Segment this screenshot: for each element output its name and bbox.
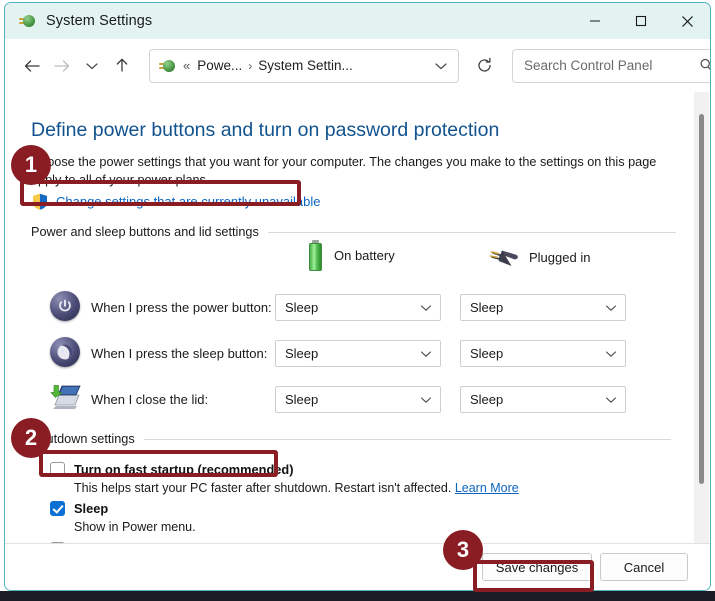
column-label-plugged-in: Plugged in bbox=[529, 249, 591, 265]
chevron-down-icon bbox=[605, 396, 617, 404]
address-chevron-down-icon[interactable] bbox=[434, 61, 448, 71]
dropdown-value: Sleep bbox=[470, 346, 504, 361]
checkbox-sleep[interactable] bbox=[50, 501, 65, 516]
sleep-moon-icon bbox=[50, 337, 80, 367]
checkbox-row-fast-startup[interactable]: Turn on fast startup (recommended) bbox=[50, 462, 293, 477]
save-changes-button[interactable]: Save changes bbox=[482, 553, 592, 581]
scrollbar-thumb[interactable] bbox=[699, 114, 704, 484]
window-controls bbox=[572, 3, 710, 39]
vertical-scrollbar[interactable] bbox=[694, 92, 709, 544]
checkbox-row-sleep[interactable]: Sleep bbox=[50, 501, 108, 516]
dropdown-value: Sleep bbox=[470, 392, 504, 407]
dropdown-sleep-button-on-battery[interactable]: Sleep bbox=[275, 340, 441, 367]
back-arrow-icon[interactable] bbox=[17, 51, 47, 81]
content-area: Define power buttons and turn on passwor… bbox=[5, 92, 710, 544]
checkbox-fast-startup[interactable] bbox=[50, 462, 65, 477]
dropdown-power-button-on-battery[interactable]: Sleep bbox=[275, 294, 441, 321]
navigation-toolbar: « Powe... › System Settin... bbox=[5, 39, 710, 92]
chevron-down-icon bbox=[420, 396, 432, 404]
change-settings-link-row[interactable]: Change settings that are currently unava… bbox=[32, 193, 321, 210]
checkbox-label-fast-startup: Turn on fast startup (recommended) bbox=[74, 462, 294, 477]
chevron-down-icon bbox=[605, 350, 617, 358]
row-label-sleep-button: When I press the sleep button: bbox=[91, 346, 268, 361]
plug-icon bbox=[489, 247, 519, 267]
breadcrumb-item-system-settings[interactable]: System Settin... bbox=[258, 58, 353, 73]
forward-arrow-icon bbox=[47, 51, 77, 81]
search-box[interactable] bbox=[512, 48, 710, 83]
window-title: System Settings bbox=[46, 13, 153, 29]
dropdown-value: Sleep bbox=[470, 300, 504, 315]
breadcrumb-overflow[interactable]: « bbox=[183, 58, 190, 73]
dropdown-power-button-plugged-in[interactable]: Sleep bbox=[460, 294, 626, 321]
power-section-heading-row: Power and sleep buttons and lid settings bbox=[31, 225, 676, 239]
breadcrumb: « Powe... › System Settin... bbox=[183, 58, 353, 73]
shield-icon bbox=[32, 193, 48, 210]
description-fast-startup: This helps start your PC faster after sh… bbox=[74, 481, 519, 495]
chevron-down-icon bbox=[420, 350, 432, 358]
cancel-button[interactable]: Cancel bbox=[600, 553, 688, 581]
column-header-plugged-in: Plugged in bbox=[489, 247, 590, 267]
checkbox-label-sleep: Sleep bbox=[74, 501, 109, 516]
search-icon[interactable] bbox=[699, 58, 710, 73]
step-badge-1: 1 bbox=[11, 145, 51, 185]
shutdown-section-heading-row: Shutdown settings bbox=[31, 432, 676, 446]
dropdown-close-lid-plugged-in[interactable]: Sleep bbox=[460, 386, 626, 413]
page-title: Define power buttons and turn on passwor… bbox=[31, 119, 500, 141]
step-badge-2: 2 bbox=[11, 418, 51, 458]
row-label-close-lid: When I close the lid: bbox=[91, 392, 209, 407]
step-badge-3: 3 bbox=[443, 530, 483, 570]
breadcrumb-separator: › bbox=[248, 58, 253, 73]
address-bar[interactable]: « Powe... › System Settin... bbox=[149, 48, 459, 83]
recent-locations-chevron-down-icon[interactable] bbox=[77, 51, 107, 81]
title-bar: System Settings bbox=[5, 3, 710, 39]
power-plug-icon bbox=[19, 12, 37, 30]
battery-icon bbox=[307, 240, 324, 271]
dialog-footer: Save changes Cancel bbox=[5, 543, 710, 590]
power-button-icon bbox=[50, 291, 80, 321]
column-header-on-battery: On battery bbox=[307, 240, 395, 271]
search-input[interactable] bbox=[524, 58, 684, 73]
laptop-lid-icon bbox=[49, 383, 83, 413]
maximize-button[interactable] bbox=[618, 3, 664, 39]
power-section-heading: Power and sleep buttons and lid settings bbox=[31, 225, 259, 239]
dropdown-value: Sleep bbox=[285, 346, 319, 361]
page-description: Choose the power settings that you want … bbox=[31, 155, 657, 187]
screenshot-root: System Settings « Powe... › System Setti… bbox=[0, 0, 715, 601]
close-button[interactable] bbox=[664, 3, 710, 39]
dropdown-sleep-button-plugged-in[interactable]: Sleep bbox=[460, 340, 626, 367]
section-divider bbox=[267, 231, 676, 233]
system-settings-window: System Settings « Powe... › System Setti… bbox=[4, 2, 711, 591]
learn-more-link[interactable]: Learn More bbox=[455, 481, 519, 495]
minimize-button[interactable] bbox=[572, 3, 618, 39]
up-arrow-icon[interactable] bbox=[107, 51, 137, 81]
dropdown-close-lid-on-battery[interactable]: Sleep bbox=[275, 386, 441, 413]
desktop-background bbox=[0, 591, 715, 601]
dropdown-value: Sleep bbox=[285, 300, 319, 315]
chevron-down-icon bbox=[605, 304, 617, 312]
power-options-icon bbox=[159, 58, 176, 74]
row-label-power-button: When I press the power button: bbox=[91, 300, 272, 315]
change-settings-link[interactable]: Change settings that are currently unava… bbox=[56, 194, 321, 209]
dropdown-value: Sleep bbox=[285, 392, 319, 407]
description-sleep: Show in Power menu. bbox=[74, 520, 196, 534]
chevron-down-icon bbox=[420, 304, 432, 312]
description-text: This helps start your PC faster after sh… bbox=[74, 481, 452, 495]
column-label-on-battery: On battery bbox=[334, 248, 395, 263]
refresh-icon[interactable] bbox=[469, 51, 499, 81]
breadcrumb-item-power-options[interactable]: Powe... bbox=[197, 58, 242, 73]
section-divider bbox=[143, 438, 671, 440]
